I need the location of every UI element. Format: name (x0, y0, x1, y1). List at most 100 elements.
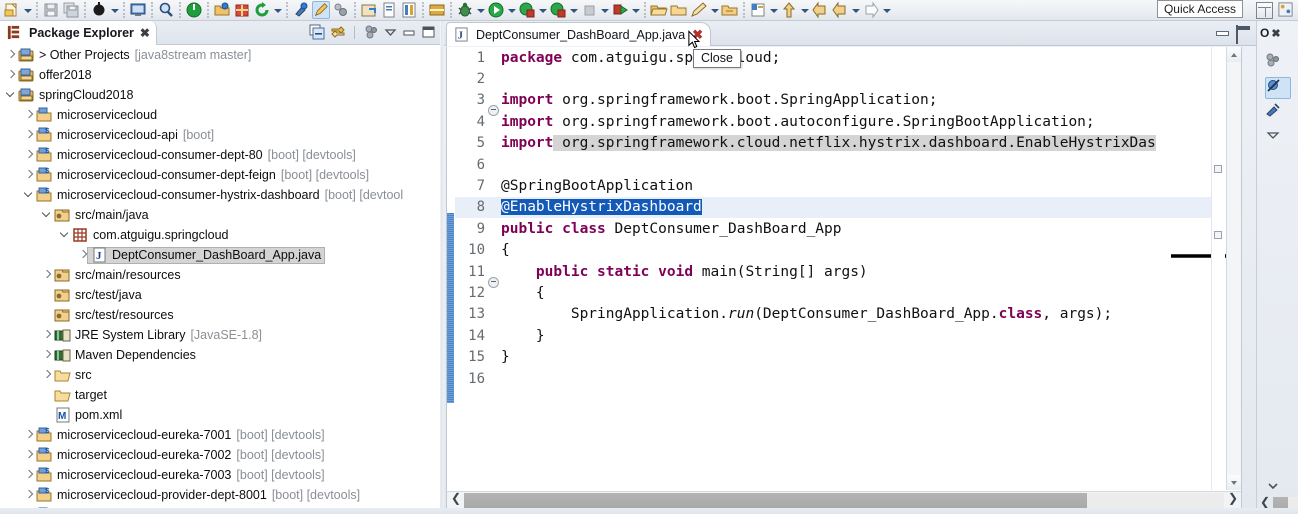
code-line[interactable]: 6 (455, 154, 1225, 175)
code-line[interactable]: 3 import org.springframework.boot.Spring… (455, 90, 1225, 117)
tree-item[interactable]: Maven Dependencies (0, 345, 440, 365)
terminate-dropdown-arrow[interactable] (600, 1, 609, 19)
tree-item[interactable]: src/main/resources (0, 265, 440, 285)
code-line[interactable]: 1 package com.atguigu.springcloud; (455, 47, 1225, 68)
debug-bug-icon[interactable] (456, 1, 474, 19)
tab-deptconsumer-dashboard-app[interactable]: J DeptConsumer_DashBoard_App.java ✖ (446, 22, 712, 46)
expand-arrow-icon[interactable] (40, 205, 54, 225)
up-arrow-dropdown[interactable] (800, 1, 809, 19)
back-arrow-icon[interactable] (811, 1, 829, 19)
tree-item[interactable]: Smicroservicecloud-consumer-dept-feign [b… (0, 165, 440, 185)
code-line[interactable]: 4 import org.springframework.boot.autoco… (455, 111, 1225, 132)
next-arrow-icon[interactable] (862, 1, 880, 19)
expand-arrow-icon[interactable] (76, 245, 90, 265)
quick-access-field[interactable]: Quick Access (1156, 0, 1243, 18)
tree-item[interactable]: microservicecloud (0, 105, 440, 125)
expand-arrow-icon[interactable] (4, 85, 18, 105)
pencil-icon[interactable] (690, 1, 708, 19)
bookmark-icon[interactable] (749, 1, 767, 19)
forward-arrow-icon[interactable] (831, 1, 849, 19)
new-file-icon[interactable] (3, 1, 21, 19)
expand-arrow-icon[interactable] (40, 265, 54, 285)
tab-package-explorer[interactable]: Package Explorer ✖ (0, 21, 157, 45)
editor-vertical-scrollbar[interactable] (1226, 47, 1241, 490)
tree-item[interactable]: src (0, 365, 440, 385)
maximize-icon[interactable] (1236, 25, 1250, 44)
tree-item[interactable]: Smicroservicecloud-eureka-7003 [boot] [de… (0, 465, 440, 485)
export-icon[interactable] (428, 1, 446, 19)
view-menu-icon[interactable] (363, 24, 379, 40)
tree-item[interactable]: springCloud2018 (0, 85, 440, 105)
code-line[interactable]: 10 { (455, 240, 1225, 261)
code-line[interactable]: 7 @SpringBootApplication (455, 175, 1225, 196)
open-folder-icon[interactable] (650, 1, 668, 19)
project-tree[interactable]: > Other Projects [java8stream master] offe… (0, 45, 440, 514)
new-package-icon[interactable] (233, 1, 251, 19)
expand-arrow-icon[interactable] (22, 105, 36, 125)
refresh-icon[interactable] (253, 1, 271, 19)
expand-arrow-icon[interactable] (22, 465, 36, 485)
expand-arrow-icon[interactable] (22, 145, 36, 165)
tree-item[interactable]: J DeptConsumer_DashBoard_App.java (0, 245, 440, 265)
pencil-dropdown-arrow[interactable] (710, 1, 719, 19)
open-perspective-icon[interactable] (1256, 1, 1273, 19)
code-line[interactable]: 9 public class DeptConsumer_DashBoard_Ap… (455, 218, 1225, 239)
expand-arrow-icon[interactable] (22, 125, 36, 145)
tree-item[interactable]: Smicroservicecloud-eureka-7002 [boot] [de… (0, 445, 440, 465)
save-all-icon[interactable] (62, 1, 80, 19)
new-class-icon[interactable] (400, 1, 418, 19)
chevron-down-icon[interactable] (384, 24, 397, 40)
tree-item[interactable]: src/main/java (0, 205, 440, 225)
refresh-dropdown-arrow[interactable] (273, 1, 282, 19)
tree-item[interactable]: JRE System Library [JavaSE-1.8] (0, 325, 440, 345)
stop-dropdown-arrow[interactable] (538, 1, 547, 19)
marker-square[interactable] (1214, 165, 1222, 173)
profile-dropdown-arrow[interactable] (569, 1, 578, 19)
chevron-down-icon[interactable] (1265, 127, 1291, 149)
open-folder-2-icon[interactable] (670, 1, 688, 19)
code-line[interactable]: 11 public static void main(String[] args… (455, 261, 1225, 288)
expand-arrow-icon[interactable] (4, 45, 18, 65)
collapse-all-icon[interactable] (309, 24, 325, 40)
sort-icon[interactable] (1265, 52, 1291, 74)
source-lines[interactable]: 1 package com.atguigu.springcloud; 2 3 i… (455, 47, 1225, 490)
code-line[interactable]: 12 { (455, 282, 1225, 303)
tree-item[interactable]: Smicroservicecloud-consumer-hystrix-dash… (0, 185, 440, 205)
link-with-editor-icon[interactable] (330, 24, 346, 40)
tree-item[interactable]: Mpom.xml (0, 405, 440, 425)
code-line[interactable]: 5 import org.springframework.cloud.netfl… (455, 133, 1225, 154)
tree-item[interactable]: target (0, 385, 440, 405)
minimize-icon[interactable] (402, 24, 416, 40)
code-line-selected[interactable]: 8 @EnableHystrixDashboard (455, 196, 1225, 219)
save-icon[interactable] (42, 1, 60, 19)
java-perspective-icon[interactable] (1277, 1, 1295, 19)
close-icon[interactable]: ✖ (1271, 27, 1280, 40)
console-icon[interactable] (129, 1, 147, 19)
expand-arrow-icon[interactable] (22, 445, 36, 465)
tree-item[interactable]: src/test/resources (0, 305, 440, 325)
scroll-right-arrow[interactable] (1224, 491, 1241, 509)
maximize-icon[interactable] (421, 24, 436, 40)
debug-icon[interactable] (90, 1, 108, 19)
tree-item[interactable]: src/test/java (0, 285, 440, 305)
run-server-icon[interactable] (185, 1, 203, 19)
expand-arrow-icon[interactable] (40, 325, 54, 345)
expand-arrow-icon[interactable] (58, 225, 72, 245)
tree-item[interactable]: Smicroservicecloud-provider-dept-8001 [bo… (0, 485, 440, 505)
code-line[interactable]: 13 SpringApplication.run(DeptConsumer_Da… (455, 304, 1225, 325)
hide-static-icon[interactable] (1265, 102, 1291, 124)
run-dropdown-arrow[interactable] (507, 1, 516, 19)
tree-item[interactable]: com.atguigu.springcloud (0, 225, 440, 245)
minimize-icon[interactable] (1215, 27, 1229, 38)
expand-arrow-icon[interactable] (40, 365, 54, 385)
expand-arrow-icon[interactable] (4, 65, 18, 85)
tab-outline[interactable]: O ✖ (1260, 22, 1281, 44)
edit-icon[interactable] (312, 1, 330, 19)
open-type-icon[interactable] (213, 1, 231, 19)
expand-arrow-icon[interactable] (22, 165, 36, 185)
run-icon[interactable] (487, 1, 505, 19)
tree-item[interactable]: offer2018 (0, 65, 440, 85)
hscroll-thumb[interactable] (464, 492, 1088, 508)
forward-dropdown-arrow[interactable] (851, 1, 860, 19)
open-task-icon[interactable] (360, 1, 378, 19)
